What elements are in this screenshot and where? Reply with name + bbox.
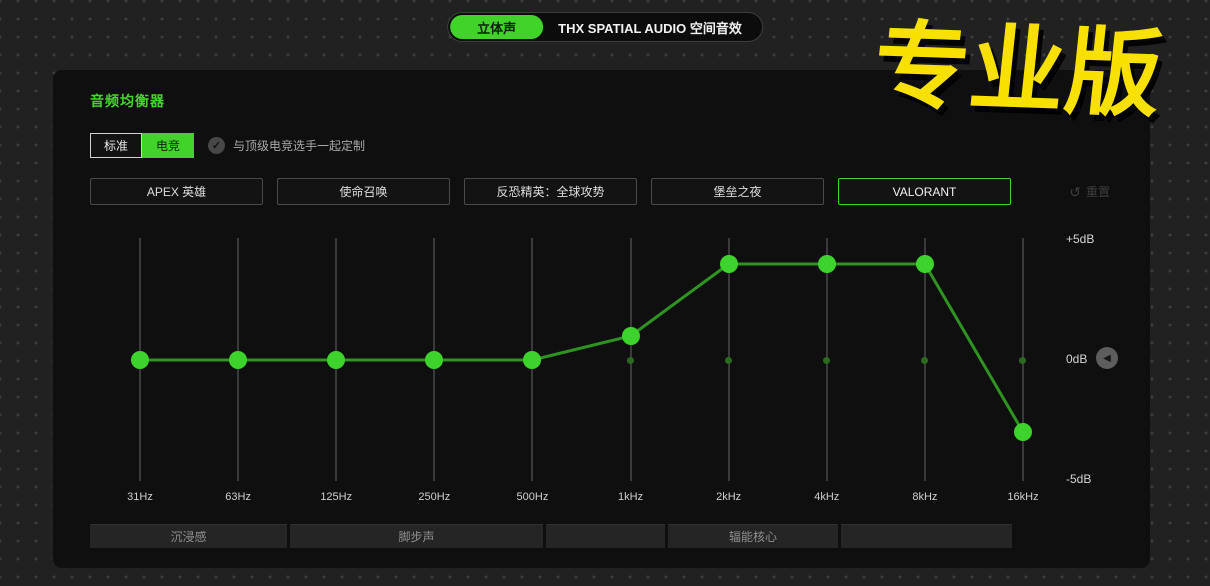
- band-group-label: 辐能核心: [668, 524, 838, 548]
- zero-db-marker: [823, 356, 831, 364]
- eq-handle-500hz[interactable]: [523, 351, 542, 369]
- freq-label-8khz: 8kHz: [912, 491, 938, 503]
- db-axis-label: 0dB: [1066, 352, 1088, 366]
- thx-spatial-mode-button[interactable]: THX SPATIAL AUDIO 空间音效: [543, 15, 760, 39]
- freq-label-125hz: 125Hz: [320, 491, 353, 503]
- db-axis-label: -5dB: [1066, 472, 1092, 486]
- eq-handle-8khz[interactable]: [915, 255, 934, 273]
- eq-handle-125hz[interactable]: [327, 351, 346, 369]
- band-group-label: 脚步声: [290, 524, 543, 548]
- eq-handle-1khz[interactable]: [621, 327, 640, 345]
- freq-label-16khz: 16kHz: [1007, 491, 1039, 503]
- freq-label-500hz: 500Hz: [516, 491, 549, 503]
- eq-handle-31hz[interactable]: [131, 351, 149, 369]
- freq-label-250hz: 250Hz: [418, 491, 451, 503]
- eq-handle-2khz[interactable]: [719, 255, 738, 273]
- freq-label-4khz: 4kHz: [814, 491, 840, 503]
- freq-label-1khz: 1kHz: [618, 491, 644, 503]
- zero-db-marker: [627, 356, 635, 364]
- zero-db-marker: [1019, 356, 1027, 364]
- zero-db-marker: [921, 356, 929, 364]
- eq-handle-16khz[interactable]: [1013, 423, 1032, 441]
- stereo-mode-button[interactable]: 立体声: [450, 15, 544, 39]
- audio-mode-toggle: 立体声 THX SPATIAL AUDIO 空间音效: [447, 12, 763, 42]
- band-group-empty: [546, 524, 665, 548]
- band-group-empty: [841, 524, 1012, 548]
- freq-label-63hz: 63Hz: [225, 491, 251, 503]
- freq-label-2khz: 2kHz: [716, 491, 742, 503]
- band-group-label: 沉浸感: [90, 524, 287, 548]
- eq-handle-63hz[interactable]: [229, 351, 248, 369]
- eq-handle-4khz[interactable]: [817, 255, 836, 273]
- zero-db-nudge-button[interactable]: ◀: [1096, 347, 1118, 369]
- band-group-bar: 沉浸感 脚步声 辐能核心: [90, 524, 1012, 548]
- equalizer-panel: 音频均衡器 标准 电竞 ✓ 与顶级电竞选手一起定制 APEX 英雄 使命召唤 反恐精…: [53, 70, 1150, 568]
- zero-db-marker: [725, 356, 733, 364]
- equalizer-chart: 31Hz 63Hz 125Hz 250Hz 500Hz 1kHz 2kHz 4kHz 8kHz 1…: [53, 70, 1150, 568]
- eq-handle-250hz[interactable]: [425, 351, 444, 369]
- db-axis-label: +5dB: [1066, 232, 1095, 246]
- freq-label-31hz: 31Hz: [127, 491, 153, 503]
- left-triangle-icon: ◀: [1103, 352, 1111, 364]
